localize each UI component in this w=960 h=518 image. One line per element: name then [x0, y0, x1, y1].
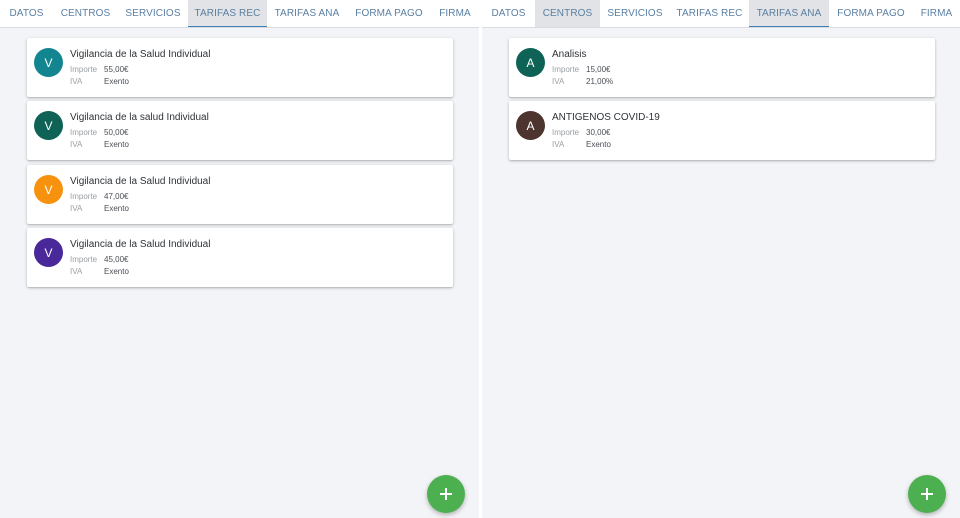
avatar: V: [34, 48, 63, 77]
iva-label: IVA: [70, 140, 83, 149]
importe-value: 15,00€: [586, 65, 611, 74]
list-item[interactable]: V Vigilancia de la salud Individual Impo…: [27, 101, 453, 160]
iva-value: Exento: [104, 267, 129, 276]
importe-value: 55,00€: [104, 65, 129, 74]
importe-row: Importe 45,00€: [70, 255, 128, 264]
list-item[interactable]: V Vigilancia de la Salud Individual Impo…: [27, 228, 453, 287]
iva-label: IVA: [552, 77, 565, 86]
iva-row: IVA Exento: [70, 140, 129, 149]
add-tariff-button[interactable]: [908, 475, 946, 513]
tab-forma-pago[interactable]: FORMA PAGO: [347, 0, 431, 27]
iva-row: IVA Exento: [70, 267, 129, 276]
tab-tarifas-ana[interactable]: TARIFAS ANA: [749, 0, 829, 27]
iva-value: 21,00%: [586, 77, 614, 86]
add-tariff-button[interactable]: [427, 475, 465, 513]
importe-row: Importe 55,00€: [70, 65, 128, 74]
importe-label: Importe: [70, 65, 98, 74]
tab-datos[interactable]: DATOS: [482, 0, 535, 27]
item-title: Analisis: [552, 49, 587, 60]
importe-value: 30,00€: [586, 128, 611, 137]
importe-label: Importe: [70, 192, 98, 201]
iva-row: IVA 21,00%: [552, 77, 613, 86]
avatar: V: [34, 111, 63, 140]
iva-value: Exento: [104, 204, 129, 213]
importe-label: Importe: [70, 128, 98, 137]
tab-centros[interactable]: CENTROS: [535, 0, 600, 27]
iva-label: IVA: [70, 204, 83, 213]
iva-label: IVA: [552, 140, 565, 149]
right-panel: DATOS CENTROS SERVICIOS TARIFAS REC TARI…: [482, 0, 960, 518]
list-item[interactable]: A ANTIGENOS COVID-19 Importe 30,00€ IVA Ex…: [509, 101, 935, 160]
importe-row: Importe 50,00€: [70, 128, 128, 137]
avatar: V: [34, 238, 63, 267]
plus-icon: [921, 488, 933, 500]
tab-servicios[interactable]: SERVICIOS: [118, 0, 188, 27]
avatar: V: [34, 175, 63, 204]
importe-label: Importe: [552, 128, 580, 137]
iva-label: IVA: [70, 267, 83, 276]
importe-row: Importe 30,00€: [552, 128, 610, 137]
iva-row: IVA Exento: [552, 140, 611, 149]
avatar: A: [516, 48, 545, 77]
item-title: Vigilancia de la salud Individual: [70, 112, 209, 123]
tab-bar: DATOS CENTROS SERVICIOS TARIFAS REC TARI…: [482, 0, 960, 28]
plus-icon: [440, 488, 452, 500]
tab-tarifas-rec[interactable]: TARIFAS REC: [188, 0, 267, 27]
item-title: ANTIGENOS COVID-19: [552, 112, 660, 123]
importe-label: Importe: [70, 255, 98, 264]
iva-row: IVA Exento: [70, 77, 129, 86]
iva-label: IVA: [70, 77, 83, 86]
importe-row: Importe 15,00€: [552, 65, 610, 74]
item-title: Vigilancia de la Salud Individual: [70, 176, 211, 187]
tab-servicios[interactable]: SERVICIOS: [600, 0, 670, 27]
list-item[interactable]: V Vigilancia de la Salud Individual Impo…: [27, 165, 453, 224]
item-title: Vigilancia de la Salud Individual: [70, 239, 211, 250]
iva-value: Exento: [586, 140, 611, 149]
importe-label: Importe: [552, 65, 580, 74]
tab-firma[interactable]: FIRMA: [913, 0, 960, 27]
iva-value: Exento: [104, 77, 129, 86]
iva-value: Exento: [104, 140, 129, 149]
importe-value: 45,00€: [104, 255, 129, 264]
tab-firma[interactable]: FIRMA: [431, 0, 479, 27]
importe-row: Importe 47,00€: [70, 192, 128, 201]
tab-bar: DATOS CENTROS SERVICIOS TARIFAS REC TARI…: [0, 0, 479, 28]
importe-value: 47,00€: [104, 192, 129, 201]
tab-tarifas-rec[interactable]: TARIFAS REC: [670, 0, 749, 27]
tab-datos[interactable]: DATOS: [0, 0, 53, 27]
left-panel: DATOS CENTROS SERVICIOS TARIFAS REC TARI…: [0, 0, 479, 518]
iva-row: IVA Exento: [70, 204, 129, 213]
list-item[interactable]: A Analisis Importe 15,00€ IVA 21,00%: [509, 38, 935, 97]
tab-tarifas-ana[interactable]: TARIFAS ANA: [267, 0, 347, 27]
item-title: Vigilancia de la Salud Individual: [70, 49, 211, 60]
tab-forma-pago[interactable]: FORMA PAGO: [829, 0, 913, 27]
importe-value: 50,00€: [104, 128, 129, 137]
tab-centros[interactable]: CENTROS: [53, 0, 118, 27]
list-item[interactable]: V Vigilancia de la Salud Individual Impo…: [27, 38, 453, 97]
avatar: A: [516, 111, 545, 140]
